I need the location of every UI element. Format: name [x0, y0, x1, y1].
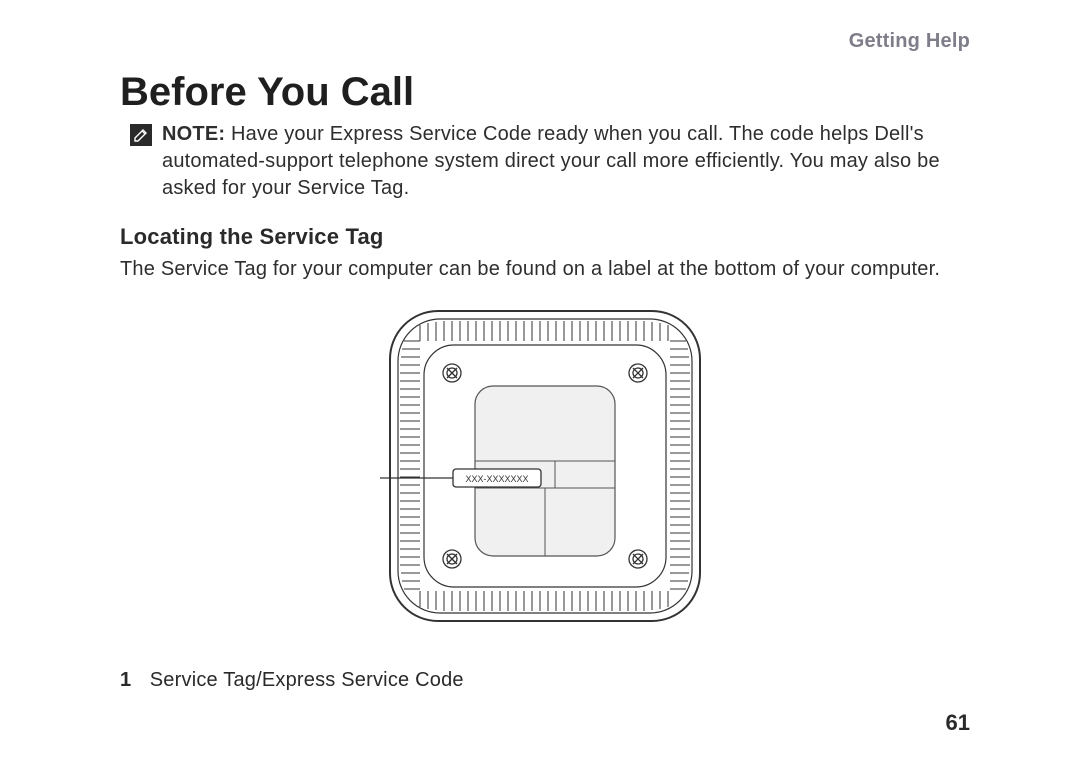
legend-text: Service Tag/Express Service Code: [150, 669, 464, 691]
note-pencil-icon: [130, 124, 152, 146]
legend-number: 1: [120, 669, 144, 692]
figure-legend: 1 Service Tag/Express Service Code: [120, 669, 970, 692]
service-tag-figure: 1: [120, 293, 970, 663]
document-page: Getting Help Before You Call NOTE: Have …: [0, 0, 1080, 766]
note-label: NOTE:: [162, 123, 225, 145]
note-block: NOTE: Have your Express Service Code rea…: [130, 121, 970, 202]
service-tag-label-text: XXX-XXXXXXX: [465, 474, 528, 484]
note-body: Have your Express Service Code ready whe…: [162, 123, 940, 199]
page-title: Before You Call: [120, 70, 970, 115]
body-paragraph: The Service Tag for your computer can be…: [120, 256, 970, 283]
device-bottom-illustration: XXX-XXXXXXX: [380, 301, 710, 631]
page-number: 61: [946, 710, 970, 736]
section-header: Getting Help: [849, 30, 970, 53]
subheading: Locating the Service Tag: [120, 224, 970, 250]
note-text: NOTE: Have your Express Service Code rea…: [162, 121, 970, 202]
